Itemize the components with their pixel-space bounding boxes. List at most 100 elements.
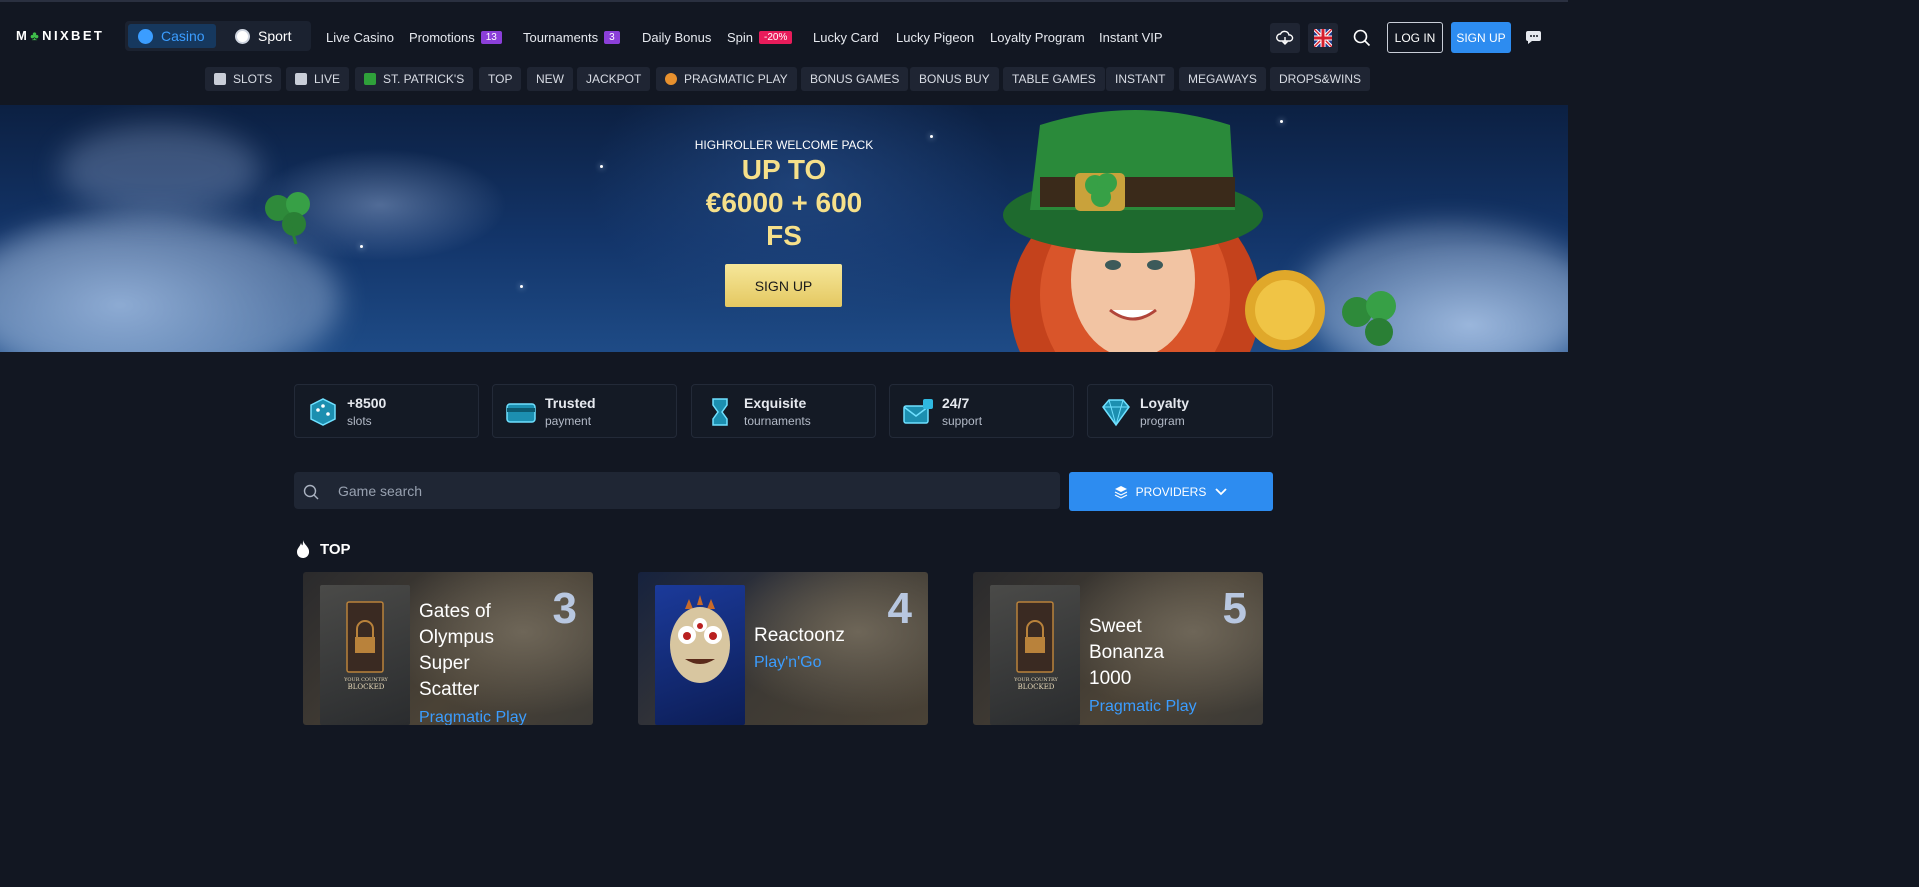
category-bonus-games[interactable]: BONUS GAMES: [801, 67, 909, 91]
category-label: DROPS&WINS: [1279, 72, 1362, 86]
monixbet-logo[interactable]: M ♣ NIXBET: [16, 28, 104, 43]
category-bonus-buy[interactable]: BONUS BUY: [910, 67, 999, 91]
category-jackpot[interactable]: JACKPOT: [577, 67, 651, 91]
category-label: JACKPOT: [586, 72, 642, 86]
game-search-input[interactable]: [330, 472, 1050, 509]
nav-loyalty-program[interactable]: Loyalty Program: [990, 30, 1085, 45]
nav-label: Loyalty Program: [990, 30, 1085, 45]
blocked-text-line: BLOCKED: [1017, 683, 1055, 691]
sport-tab[interactable]: Sport: [225, 24, 307, 48]
category-st-patricks[interactable]: ST. PATRICK'S: [355, 67, 474, 91]
feature-trusted-payment: Trusted payment: [492, 384, 677, 438]
game-thumbnail: [655, 585, 745, 725]
game-title-line: Reactoonz: [754, 625, 845, 646]
hero-banner[interactable]: HIGHROLLER WELCOME PACK UP TO €6000 + 60…: [0, 105, 1568, 352]
category-label: TOP: [488, 72, 513, 86]
game-card-gates-of-olympus-super-scatter[interactable]: YOUR COUNTRY BLOCKED Gates of Olympus Sup…: [303, 572, 593, 725]
chat-button[interactable]: [1520, 23, 1550, 53]
blocked-text: YOUR COUNTRY BLOCKED: [1008, 677, 1064, 691]
feature-title: 24/7: [942, 395, 970, 411]
nav-lucky-pigeon[interactable]: Lucky Pigeon: [896, 30, 974, 45]
hero-title-line: UP TO: [741, 154, 827, 185]
casino-tab[interactable]: Casino: [128, 24, 216, 48]
game-title-line: Sweet: [1089, 616, 1142, 637]
nav-live-casino[interactable]: Live Casino: [326, 30, 394, 45]
search-icon: [1353, 29, 1371, 47]
hero-title-line: FS: [766, 220, 802, 251]
feature-slots: +8500 slots: [294, 384, 479, 438]
game-provider[interactable]: Play'n'Go: [754, 654, 821, 672]
feature-subtitle: payment: [545, 414, 592, 428]
star-decoration: [520, 285, 523, 288]
login-button[interactable]: LOG IN: [1387, 22, 1443, 53]
game-title: Reactoonz: [754, 623, 904, 649]
nav-instant-vip[interactable]: Instant VIP: [1099, 30, 1163, 45]
fire-icon: [297, 540, 310, 558]
nav-promotions[interactable]: Promotions 13: [409, 30, 502, 45]
nav-spin[interactable]: Spin -20%: [727, 30, 793, 45]
nav-label: Tournaments: [523, 30, 599, 45]
country-blocked-lock-icon: [1016, 601, 1054, 673]
feature-title: Exquisite: [744, 395, 807, 411]
feature-subtitle: support: [942, 414, 983, 428]
providers-dropdown[interactable]: PROVIDERS: [1069, 472, 1273, 511]
uk-flag-icon: [1314, 29, 1332, 47]
game-provider[interactable]: Pragmatic Play: [1089, 698, 1197, 716]
hero-signup-button[interactable]: SIGN UP: [725, 264, 842, 307]
game-card-reactoonz[interactable]: Reactoonz Play'n'Go 4: [638, 572, 928, 725]
game-thumbnail: YOUR COUNTRY BLOCKED: [320, 585, 410, 725]
game-title-line: Gates of: [419, 601, 491, 622]
nav-daily-bonus[interactable]: Daily Bonus: [642, 30, 711, 45]
nav-label: Live Casino: [326, 30, 394, 45]
envelope-icon: [903, 399, 933, 424]
language-selector[interactable]: [1308, 23, 1338, 53]
category-live[interactable]: LIVE: [286, 67, 350, 91]
section-title-text: TOP: [320, 540, 351, 558]
pragmatic-play-icon: [665, 73, 677, 85]
category-label: INSTANT: [1115, 72, 1166, 86]
casino-label: Casino: [161, 28, 205, 44]
game-thumbnail: YOUR COUNTRY BLOCKED: [990, 585, 1080, 725]
basketball-icon: [235, 28, 250, 44]
feature-subtitle: program: [1140, 414, 1185, 428]
category-label: BONUS BUY: [919, 72, 990, 86]
search-icon: [303, 484, 319, 500]
promotions-count-badge: 13: [480, 31, 502, 44]
play-video-icon: [295, 73, 307, 85]
dice-icon: [310, 398, 336, 426]
shamrock-icon: [265, 192, 310, 245]
category-new[interactable]: NEW: [527, 67, 573, 91]
hero-title-line: €6000 + 600: [705, 187, 863, 218]
game-rank: 5: [1222, 584, 1247, 633]
category-slots[interactable]: SLOTS: [205, 67, 282, 91]
nav-tournaments[interactable]: Tournaments 3: [523, 30, 620, 45]
category-table-games[interactable]: TABLE GAMES: [1003, 67, 1105, 91]
game-title-line: Super: [419, 653, 470, 674]
category-drops-wins[interactable]: DROPS&WINS: [1270, 67, 1371, 91]
category-label: BONUS GAMES: [810, 72, 900, 86]
layers-icon: [1114, 485, 1127, 499]
chat-icon: [1526, 31, 1541, 44]
game-title: Sweet Bonanza 1000: [1089, 614, 1219, 692]
nav-label: Spin: [727, 30, 754, 45]
search-button[interactable]: [1347, 23, 1377, 53]
nav-lucky-card[interactable]: Lucky Card: [813, 30, 879, 45]
category-pragmatic-play[interactable]: PRAGMATIC PLAY: [656, 67, 797, 91]
signup-button[interactable]: SIGN UP: [1451, 22, 1511, 53]
hero-title: UP TO €6000 + 600 FS: [634, 153, 934, 252]
game-provider[interactable]: Pragmatic Play: [419, 709, 527, 725]
hourglass-icon: [712, 398, 728, 426]
game-card-sweet-bonanza-1000[interactable]: YOUR COUNTRY BLOCKED Sweet Bonanza 1000 P…: [973, 572, 1263, 725]
feature-title: +8500: [347, 395, 387, 411]
category-megaways[interactable]: MEGAWAYS: [1179, 67, 1266, 91]
category-instant[interactable]: INSTANT: [1106, 67, 1175, 91]
blocked-text: YOUR COUNTRY BLOCKED: [338, 677, 394, 691]
feature-support: 24/7 support: [889, 384, 1074, 438]
game-rank: 3: [552, 584, 577, 633]
category-label: PRAGMATIC PLAY: [684, 72, 788, 86]
download-app-button[interactable]: [1270, 23, 1300, 53]
nav-label: Daily Bonus: [642, 30, 712, 45]
logo-letter: M: [16, 28, 30, 43]
category-top[interactable]: TOP: [479, 67, 522, 91]
feature-subtitle: tournaments: [744, 414, 811, 428]
